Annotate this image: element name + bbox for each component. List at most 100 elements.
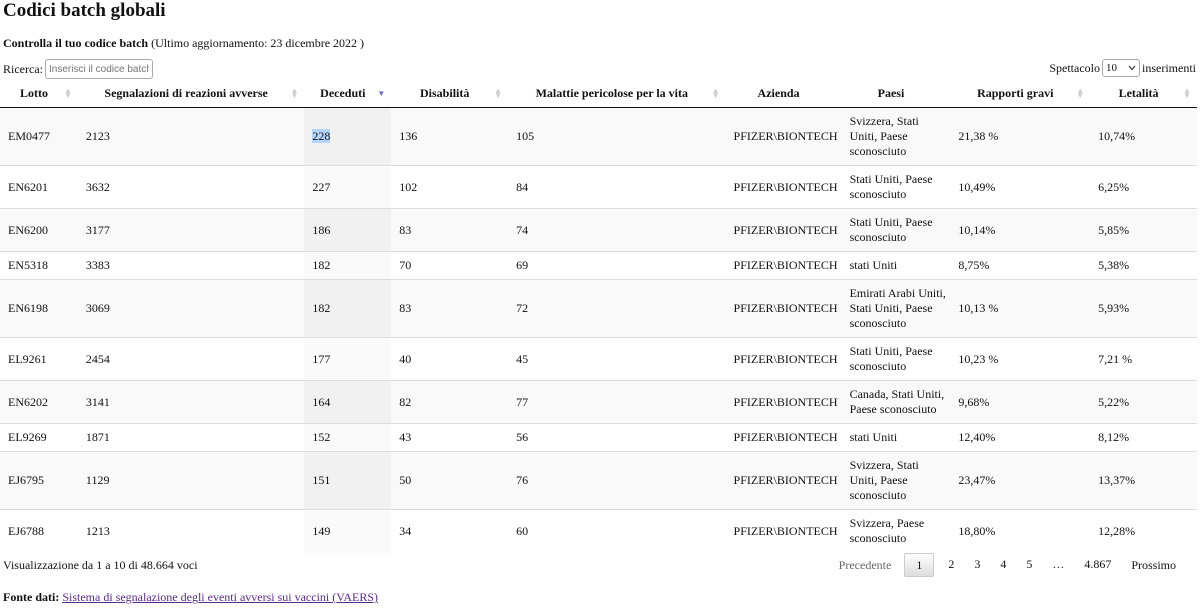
cell-value: 74 [516,222,529,237]
pagination-page[interactable]: 4 [990,553,1016,577]
column-header-segnalazioni[interactable]: Segnalazioni di reazioni avverse ▲ ▼ [77,80,305,108]
cell-disabilita: 136 [391,107,509,166]
cell-deceduti: 186 [304,208,392,252]
cell-deceduti: 228 [304,107,392,166]
data-source-label: Fonte dati: [3,590,60,604]
cell-value: 72 [516,301,529,315]
column-header-azienda[interactable]: Azienda [725,80,842,108]
cell-value: 56 [516,430,529,444]
cell-lotto: EN6200 [0,208,78,252]
table-header-row: Lotto ▲ ▼ Segnalazioni di reazioni avverse ▲… [0,80,1197,108]
cell-segnalazioni: 3383 [77,251,305,280]
cell-disabilita: 40 [391,337,509,381]
column-header-gravi[interactable]: Rapporti gravi ▲ ▼ [950,80,1091,108]
cell-lotto: EL9261 [0,337,78,381]
cell-malattie: 60 [508,509,726,553]
cell-segnalazioni: 2123 [77,107,305,166]
page-length-select[interactable]: 10 [1102,59,1140,77]
table-row[interactable]: EL9261 2454 177 40 45 PFIZER\BIONTECH Stati Un… [0,337,1197,381]
pagination-ellipsis: … [1052,557,1065,571]
cell-value: 10,14% [958,222,996,237]
cell-value: 2454 [85,351,110,366]
cell-value: 70 [399,258,412,272]
table-row[interactable]: EM0477 2123 228 136 105 PFIZER\BIONTECH Svizze… [0,107,1197,166]
cell-value: 3177 [85,222,110,237]
pagination-page[interactable]: 4.867 [1074,553,1121,577]
cell-value: 76 [516,473,529,487]
cell-value: PFIZER\BIONTECH [733,394,838,409]
column-header-letalita[interactable]: Letalità ▲ ▼ [1090,80,1197,108]
column-header-malattie[interactable]: Malattie pericolose per la vita ▲ ▼ [508,80,726,108]
column-header-label: Lotto [19,86,48,100]
cell-value: EM0477 [8,129,50,143]
cell-deceduti: 149 [304,509,392,553]
cell-value: 77 [516,394,529,409]
cell-lotto: EL9269 [0,423,78,452]
pagination-next[interactable]: Prossimo [1121,554,1186,576]
cell-gravi: 10,23 % [950,337,1091,381]
cell-value: 105 [516,129,535,143]
cell-value: 227 [312,179,331,194]
pagination-page[interactable]: 2 [938,553,964,577]
cell-gravi: 21,38 % [950,107,1091,166]
cell-value: EN6202 [8,394,48,409]
sort-both-icon: ▲ ▼ [1076,86,1085,100]
cell-segnalazioni: 1213 [77,509,305,553]
cell-value: stati Uniti [849,430,898,444]
table-row[interactable]: EN6202 3141 164 82 77 PFIZER\BIONTECH Canada, … [0,380,1197,424]
cell-deceduti: 182 [304,251,392,280]
cell-value: 83 [399,222,412,237]
cell-value: 83 [399,301,412,315]
table-row[interactable]: EN6198 3069 182 83 72 PFIZER\BIONTECH Emirati … [0,279,1197,338]
table-row[interactable]: EN6200 3177 186 83 74 PFIZER\BIONTECH Stati Un… [0,208,1197,252]
cell-value: Svizzera, Paese sconosciuto [849,516,925,546]
cell-paesi: Canada, Stati Uniti, Paese sconosciuto [841,380,951,424]
column-header-label: Letalità [1118,86,1159,100]
cell-azienda: PFIZER\BIONTECH [725,208,842,252]
cell-azienda: PFIZER\BIONTECH [725,251,842,280]
column-header-deceduti[interactable]: Deceduti ▼ [304,80,392,108]
cell-value: PFIZER\BIONTECH [733,301,838,315]
sort-both-icon: ▲ ▼ [494,86,503,100]
table-row[interactable]: EJ6788 1213 149 34 60 PFIZER\BIONTECH Svizzera… [0,509,1197,553]
cell-value: Stati Uniti, Paese sconosciuto [849,215,933,244]
cell-malattie: 77 [508,380,726,424]
subtitle-update: (Ultimo aggiornamento: 23 dicembre 2022 … [151,36,365,50]
sort-both-icon: ▲ ▼ [711,86,720,100]
pagination-previous[interactable]: Precedente [829,554,902,576]
length-suffix: inserimenti [1142,60,1196,75]
cell-value: 186 [312,222,331,237]
cell-segnalazioni: 3069 [77,279,305,338]
cell-paesi: stati Uniti [841,423,951,452]
data-source-link[interactable]: Sistema di segnalazione degli eventi avv… [62,590,378,604]
cell-paesi: Stati Uniti, Paese sconosciuto [841,337,951,381]
pagination-page[interactable]: 5 [1016,553,1042,577]
cell-value: 50 [399,473,412,487]
column-header-lotto[interactable]: Lotto ▲ ▼ [0,80,78,108]
cell-letalita: 5,85% [1090,208,1197,252]
cell-value: PFIZER\BIONTECH [733,523,838,538]
cell-value: 1129 [85,473,110,487]
column-header-disabilita[interactable]: Disabilità ▲ ▼ [391,80,509,108]
cell-deceduti: 152 [304,423,392,452]
cell-value: 34 [399,523,412,538]
pagination-page[interactable]: 3 [964,553,990,577]
search-input[interactable] [44,59,153,79]
column-header-paesi[interactable]: Paesi [841,80,951,108]
cell-value: PFIZER\BIONTECH [733,258,838,272]
table-row[interactable]: EN6201 3632 227 102 84 PFIZER\BIONTECH Stati U… [0,165,1197,209]
cell-azienda: PFIZER\BIONTECH [725,279,842,338]
cell-value: 1871 [85,430,110,444]
cell-value: 7,21 % [1098,351,1133,366]
cell-deceduti: 227 [304,165,392,209]
cell-value: 12,40% [958,430,996,444]
cell-disabilita: 34 [391,509,509,553]
cell-value: PFIZER\BIONTECH [733,351,838,366]
cell-value: 84 [516,179,529,194]
pagination-page[interactable]: 1 [904,553,935,577]
table-row[interactable]: EN5318 3383 182 70 69 PFIZER\BIONTECH stati Un… [0,251,1197,280]
pagination: Precedente 1 2 3 4 5 … 4.867 Prossimo [829,553,1186,577]
cell-malattie: 74 [508,208,726,252]
table-row[interactable]: EJ6795 1129 151 50 76 PFIZER\BIONTECH Svizzera… [0,451,1197,510]
table-row[interactable]: EL9269 1871 152 43 56 PFIZER\BIONTECH stati Un… [0,423,1197,452]
